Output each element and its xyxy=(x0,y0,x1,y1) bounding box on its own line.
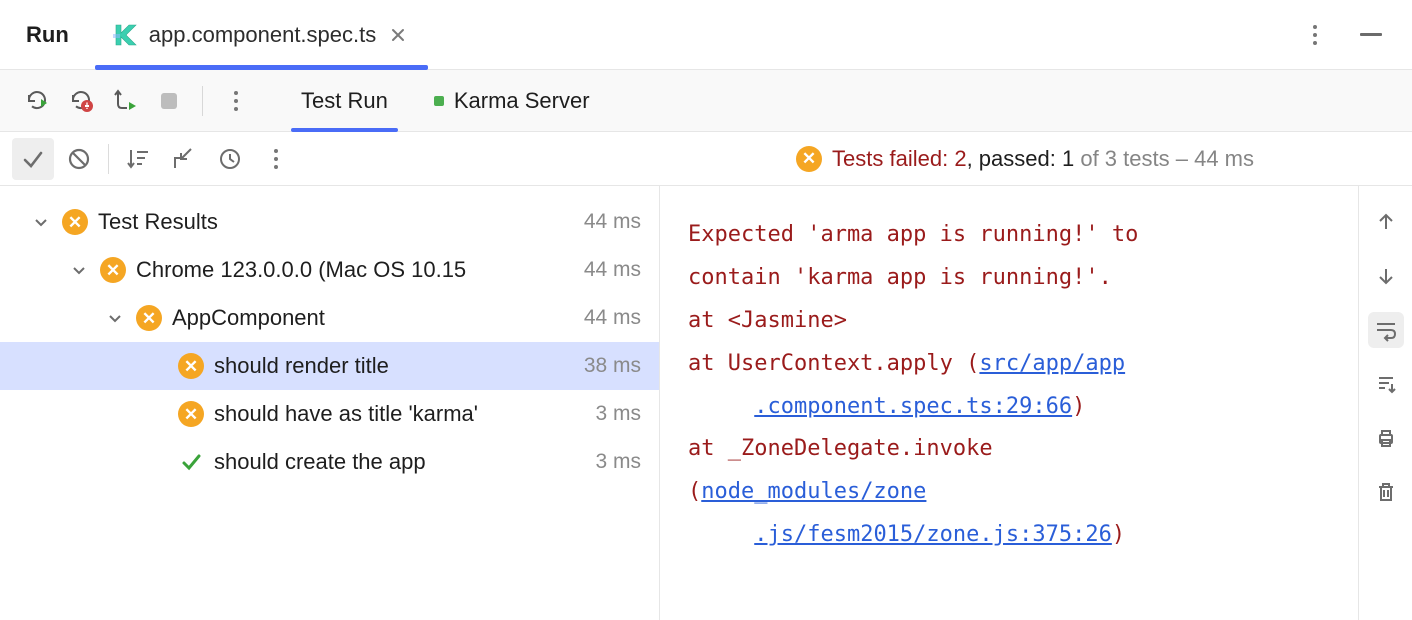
minimize-panel-icon[interactable] xyxy=(1354,18,1388,52)
pass-icon xyxy=(178,449,204,475)
run-panel-label: Run xyxy=(0,0,95,69)
fail-icon: ✕ xyxy=(100,257,126,283)
top-tab-bar: Run app.component.spec.ts xyxy=(0,0,1412,70)
tree-browser[interactable]: ✕ Chrome 123.0.0.0 (Mac OS 10.15 44 ms xyxy=(0,246,659,294)
tree-root-time: 44 ms xyxy=(584,210,641,234)
summary-failed-count: 2 xyxy=(954,146,966,171)
test-output: Expected 'arma app is running!' to conta… xyxy=(660,186,1358,620)
tab-karma-server[interactable]: Karma Server xyxy=(426,70,598,131)
next-occurrence-button[interactable] xyxy=(1368,258,1404,294)
tree-test-time: 3 ms xyxy=(595,402,641,426)
tree-root[interactable]: ✕ Test Results 44 ms xyxy=(0,198,659,246)
sort-button[interactable] xyxy=(117,138,159,180)
fail-icon: ✕ xyxy=(136,305,162,331)
stacktrace-link[interactable]: node_modules/zone xyxy=(701,479,926,504)
chevron-down-icon[interactable] xyxy=(30,215,52,229)
karma-icon xyxy=(113,22,139,48)
output-line: ) xyxy=(1072,394,1085,419)
test-tree: ✕ Test Results 44 ms ✕ Chrome 123.0.0.0 … xyxy=(0,186,660,620)
tree-test[interactable]: ✕ should have as title 'karma' 3 ms xyxy=(0,390,659,438)
chevron-down-icon[interactable] xyxy=(104,311,126,325)
tree-test[interactable]: should create the app 3 ms xyxy=(0,438,659,486)
fail-icon: ✕ xyxy=(62,209,88,235)
tree-test-label: should create the app xyxy=(214,449,585,475)
import-results-button[interactable] xyxy=(163,138,205,180)
fail-icon: ✕ xyxy=(178,353,204,379)
stop-button[interactable] xyxy=(152,84,186,118)
stacktrace-link[interactable]: .js/fesm2015/zone.js:375:26 xyxy=(754,522,1112,547)
show-ignored-toggle[interactable] xyxy=(58,138,100,180)
test-summary: ✕ Tests failed: 2, passed: 1 of 3 tests … xyxy=(796,146,1404,172)
history-button[interactable] xyxy=(209,138,251,180)
rerun-failed-button[interactable]: ! xyxy=(64,84,98,118)
summary-separator: – xyxy=(1170,146,1194,171)
run-toolbar: ! Test Run Karma Server xyxy=(0,70,1412,132)
tree-root-label: Test Results xyxy=(98,209,574,235)
scroll-to-end-button[interactable] xyxy=(1368,366,1404,402)
soft-wrap-button[interactable] xyxy=(1368,312,1404,348)
summary-fail-icon: ✕ xyxy=(796,146,822,172)
show-passed-toggle[interactable] xyxy=(12,138,54,180)
summary-duration: 44 ms xyxy=(1194,146,1254,171)
rerun-button[interactable] xyxy=(20,84,54,118)
output-line: at UserContext.apply ( xyxy=(688,351,979,376)
tab-test-run-label: Test Run xyxy=(301,88,388,114)
summary-passed-count: 1 xyxy=(1062,146,1074,171)
tree-suite[interactable]: ✕ AppComponent 44 ms xyxy=(0,294,659,342)
output-line: Expected 'arma app is running!' to xyxy=(688,222,1138,247)
toggle-auto-test-button[interactable] xyxy=(108,84,142,118)
tree-test-label: should have as title 'karma' xyxy=(214,401,585,427)
file-tab-label: app.component.spec.ts xyxy=(149,22,376,48)
svg-text:!: ! xyxy=(86,101,89,111)
print-button[interactable] xyxy=(1368,420,1404,456)
summary-failed-label: Tests failed: xyxy=(832,146,954,171)
active-subtab-indicator xyxy=(291,128,398,132)
toolbar-more-icon[interactable] xyxy=(219,84,253,118)
tree-browser-time: 44 ms xyxy=(584,258,641,282)
stacktrace-link[interactable]: src/app/app xyxy=(979,351,1125,376)
chevron-down-icon[interactable] xyxy=(68,263,90,277)
output-gutter xyxy=(1358,186,1412,620)
output-line: ) xyxy=(1112,522,1125,547)
close-tab-icon[interactable] xyxy=(386,23,410,47)
test-status-bar: ✕ Tests failed: 2, passed: 1 of 3 tests … xyxy=(0,132,1412,186)
summary-passed-label: , passed: xyxy=(967,146,1062,171)
output-line: ( xyxy=(688,479,701,504)
file-tab[interactable]: app.component.spec.ts xyxy=(95,0,428,69)
summary-total-label: of 3 tests xyxy=(1074,146,1169,171)
stacktrace-link[interactable]: .component.spec.ts:29:66 xyxy=(754,394,1072,419)
tab-test-run[interactable]: Test Run xyxy=(293,70,396,131)
fail-icon: ✕ xyxy=(178,401,204,427)
output-line: at _ZoneDelegate.invoke xyxy=(688,436,993,461)
output-line: contain 'karma app is running!'. xyxy=(688,265,1112,290)
tree-test-time: 3 ms xyxy=(595,450,641,474)
more-options-icon[interactable] xyxy=(1298,18,1332,52)
tree-browser-label: Chrome 123.0.0.0 (Mac OS 10.15 xyxy=(136,257,574,283)
delete-button[interactable] xyxy=(1368,474,1404,510)
status-more-icon[interactable] xyxy=(255,138,297,180)
tree-suite-time: 44 ms xyxy=(584,306,641,330)
previous-occurrence-button[interactable] xyxy=(1368,204,1404,240)
tree-test-time: 38 ms xyxy=(584,354,641,378)
tree-test[interactable]: ✕ should render title 38 ms xyxy=(0,342,659,390)
tree-suite-label: AppComponent xyxy=(172,305,574,331)
output-line: at <Jasmine> xyxy=(688,308,847,333)
tree-test-label: should render title xyxy=(214,353,574,379)
tab-karma-server-label: Karma Server xyxy=(454,88,590,114)
server-running-indicator-icon xyxy=(434,96,444,106)
